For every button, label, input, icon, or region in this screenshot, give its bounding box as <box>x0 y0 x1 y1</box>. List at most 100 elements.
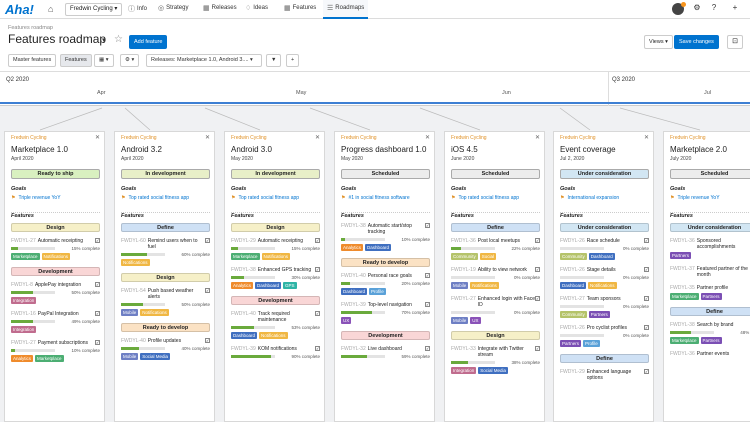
release-name[interactable]: Marketplace 1.0 <box>11 145 68 154</box>
tag-badge[interactable]: Marketplace <box>670 293 699 300</box>
feature-name[interactable]: KOM notifications <box>258 346 315 352</box>
checkbox-icon[interactable]: ✓ <box>644 238 649 243</box>
status-badge[interactable]: In development <box>231 169 320 179</box>
feature-card[interactable]: FWDYL-29 Automatic receipting ✓ 15% complet… <box>231 238 320 260</box>
feature-card[interactable]: FWDYL-33 Integrate with Twitter stream ✓ 38… <box>451 346 540 374</box>
tag-badge[interactable]: Marketplace <box>231 253 260 260</box>
tag-badge[interactable]: Profile <box>583 340 600 347</box>
tag-badge[interactable]: Marketplace <box>35 355 64 362</box>
add-feature-button[interactable]: Add feature <box>129 35 168 49</box>
checkbox-icon[interactable]: ✓ <box>95 340 100 345</box>
feature-name[interactable]: Featured partner of the month <box>697 266 750 278</box>
nav-strategy[interactable]: ◎ Strategy <box>158 4 188 12</box>
close-icon[interactable]: ✕ <box>315 134 320 141</box>
feature-name[interactable]: Push based weather alerts <box>148 288 205 300</box>
goal-item[interactable]: ⚑ Triple revenue YoY <box>11 195 61 201</box>
checkbox-icon[interactable]: ✓ <box>644 267 649 272</box>
feature-card[interactable]: FWDYL-36 Post local meetups ✓ 22% complete C… <box>451 238 540 260</box>
feature-name[interactable]: Partner events <box>697 351 750 357</box>
release-name[interactable]: Android 3.2 <box>121 145 162 154</box>
goal-item[interactable]: ⚑ Triple revenue YoY <box>670 195 720 201</box>
nav-features[interactable]: ▦ Features <box>284 4 316 12</box>
feature-card[interactable]: FWDYL-27 Enhanced login with Face ID ✓ 0% c… <box>451 296 540 324</box>
feature-card[interactable]: FWDYL-27 Team sponsors ✓ 0% complete Communi… <box>560 296 649 318</box>
checkbox-icon[interactable]: ✓ <box>425 223 430 228</box>
save-changes-button[interactable]: Save changes <box>674 35 719 49</box>
tag-badge[interactable]: Dashboard <box>231 332 258 339</box>
close-icon[interactable]: ✕ <box>95 134 100 141</box>
feature-name[interactable]: Enhanced GPS tracking <box>258 267 315 273</box>
feature-name[interactable]: PayPal Integration <box>38 311 95 317</box>
feature-name[interactable]: Integrate with Twitter stream <box>478 346 535 358</box>
feature-card[interactable]: FWDYL-38Search by brand✓48% comMarketpla… <box>670 322 750 344</box>
tag-badge[interactable]: Partners <box>670 252 692 259</box>
tag-badge[interactable]: Notifications <box>140 309 169 316</box>
release-name[interactable]: Event coverage <box>560 145 616 154</box>
tag-badge[interactable]: Integration <box>11 326 37 333</box>
feature-card[interactable]: FWDYL-32 Live dashboard ✓ 59% complete <box>341 346 430 359</box>
tag-badge[interactable]: Analytics <box>11 355 34 362</box>
feature-name[interactable]: Profile updates <box>148 338 205 344</box>
tag-badge[interactable]: Social <box>479 253 497 260</box>
release-card[interactable]: Fredwin Cycling ✕ Event coverage Jul 2, 202… <box>553 131 654 422</box>
nav-ideas[interactable]: ♢ Ideas <box>245 4 268 12</box>
checkbox-icon[interactable]: ✓ <box>644 296 649 301</box>
release-card[interactable]: Fredwin Cycling ✕ Android 3.2 April 2020 In … <box>114 131 215 422</box>
tag-badge[interactable]: Community <box>451 253 478 260</box>
nav-roadmaps[interactable]: ☰ Roadmaps <box>323 0 369 19</box>
close-icon[interactable]: ✕ <box>644 134 649 141</box>
feature-name[interactable]: Automatic receipting <box>38 238 95 244</box>
tag-badge[interactable]: Integration <box>451 367 477 374</box>
checkbox-icon[interactable]: ✓ <box>95 282 100 287</box>
checkbox-icon[interactable]: ✓ <box>205 238 210 243</box>
breadcrumb[interactable]: Features roadmap <box>8 25 53 31</box>
checkbox-icon[interactable]: ✓ <box>425 346 430 351</box>
checkbox-icon[interactable]: ✓ <box>315 267 320 272</box>
checkbox-icon[interactable]: ✓ <box>535 238 540 243</box>
help-icon[interactable]: ? <box>707 3 721 16</box>
feature-card[interactable]: FWDYL-40 Profile updates ✓ 40% complete Mobi… <box>121 338 210 360</box>
tag-badge[interactable]: Partners <box>700 337 722 344</box>
tag-badge[interactable]: Integration <box>11 297 37 304</box>
title-chevron-down-icon[interactable]: ▾ <box>102 36 106 44</box>
feature-card[interactable]: FWDYL-40 Track required maintenance ✓ 53% c… <box>231 311 320 339</box>
release-name[interactable]: Progress dashboard 1.0 <box>341 145 426 154</box>
feature-card[interactable]: FWDYL-37Featured partner of the month✓ <box>670 266 750 278</box>
tag-badge[interactable]: Dashboard <box>341 288 368 295</box>
feature-card[interactable]: FWDYL-35Partner profile✓MarketplacePartn… <box>670 285 750 300</box>
feature-name[interactable]: Automatic receipting <box>258 238 315 244</box>
checkbox-icon[interactable]: ✓ <box>315 238 320 243</box>
calendar-dropdown[interactable]: ▦ ▾ <box>94 54 114 67</box>
release-name[interactable]: iOS 4.5 <box>451 145 478 154</box>
feature-card[interactable]: FWDYL-38 Automatic start/stop tracking ✓ 10… <box>341 223 430 251</box>
feature-card[interactable]: FWDYL-8 ApplePay integration ✓ 50% complete… <box>11 282 100 304</box>
feature-card[interactable]: FWDYL-36Sponsored accomplishments✓Partne… <box>670 238 750 259</box>
goal-item[interactable]: ⚑ Top rated social fitness app <box>231 195 299 201</box>
feature-name[interactable]: Automatic start/stop tracking <box>368 223 425 235</box>
tag-badge[interactable]: Notifications <box>588 282 617 289</box>
aha-logo[interactable]: Aha! <box>5 2 34 17</box>
gear-icon[interactable]: ⚙ <box>690 3 704 16</box>
checkbox-icon[interactable]: ✓ <box>315 346 320 351</box>
features-toggle[interactable]: Features <box>60 54 92 67</box>
tag-badge[interactable]: Analytics <box>231 282 254 289</box>
checkbox-icon[interactable]: ✓ <box>205 288 210 293</box>
release-card[interactable]: Fredwin Cycling ✕ Progress dashboard 1.0 Ma… <box>334 131 435 422</box>
checkbox-icon[interactable]: ✓ <box>644 325 649 330</box>
feature-card[interactable]: FWDYL-27 Payment subscriptions ✓ 10% comple… <box>11 340 100 362</box>
tag-badge[interactable]: Mobile <box>451 282 469 289</box>
status-badge[interactable]: Scheduled <box>670 169 750 179</box>
release-name[interactable]: Android 3.0 <box>231 145 272 154</box>
checkbox-icon[interactable]: ✓ <box>95 238 100 243</box>
close-icon[interactable]: ✕ <box>425 134 430 141</box>
goal-item[interactable]: ⚑ #1 in social fitness software <box>341 195 410 201</box>
tag-badge[interactable]: UX <box>470 317 481 324</box>
tag-badge[interactable]: Mobile <box>451 317 469 324</box>
tag-badge[interactable]: Partners <box>560 340 582 347</box>
feature-name[interactable]: Race schedule <box>587 238 644 244</box>
feature-name[interactable]: Track required maintenance <box>258 311 315 323</box>
tag-badge[interactable]: Marketplace <box>11 253 40 260</box>
checkbox-icon[interactable]: ✓ <box>644 369 649 374</box>
feature-card[interactable]: FWDYL-19 Ability to view network ✓ 0% compl… <box>451 267 540 289</box>
settings-dropdown[interactable]: ⚙ ▾ <box>120 54 140 67</box>
